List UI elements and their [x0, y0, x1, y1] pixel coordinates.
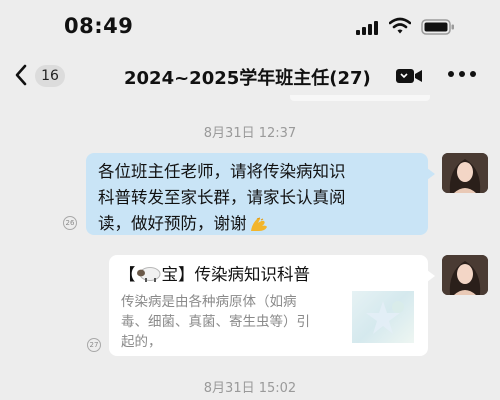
card-thumbnail	[352, 291, 414, 343]
sender-avatar[interactable]	[442, 153, 488, 193]
sender-avatar[interactable]	[442, 255, 488, 295]
thumbnail-image	[366, 301, 404, 334]
more-icon[interactable]	[447, 71, 477, 79]
previous-message-edge	[290, 95, 430, 101]
message-bubble[interactable]: 各位班主任老师，请将传染病知识 科普转发至家长群，请家长认真阅 读，做好预防，谢…	[86, 153, 435, 237]
message-text-line: 各位班主任老师，请将传染病知识	[98, 162, 346, 181]
article-share-card[interactable]: 【 宝】传染病知识科普 传染病是由各种病原体（如病 毒、细菌、真菌、寄生虫等）引…	[109, 255, 435, 356]
video-call-icon[interactable]	[394, 66, 424, 86]
back-icon[interactable]	[12, 62, 30, 88]
card-description: 传染病是由各种病原体（如病 毒、细菌、真菌、寄生虫等）引 起的，	[121, 292, 347, 352]
card-title-prefix: 【	[119, 265, 136, 284]
avatar-image	[442, 153, 488, 193]
sheep-icon	[136, 267, 160, 282]
card-desc-line: 毒、细菌、真菌、寄生虫等）引	[121, 314, 310, 330]
card-title: 【 宝】传染病知识科普	[119, 263, 428, 287]
unread-count-badge[interactable]: 16	[35, 65, 65, 87]
message-text-line: 读，做好预防，谢谢	[98, 214, 247, 233]
message-timestamp: 8月31日 15:02	[203, 381, 297, 396]
status-time: 08:49	[64, 14, 134, 38]
card-desc-line: 起的，	[121, 334, 162, 350]
read-count-indicator[interactable]: 26	[63, 216, 77, 230]
message-text-line-last: 读，做好预防，谢谢	[98, 211, 418, 237]
battery-icon	[421, 19, 454, 35]
chat-header: 16 2024~2025学年班主任(27)	[0, 52, 500, 98]
wifi-icon	[389, 17, 411, 34]
chat-title: 2024~2025学年班主任(27)	[124, 68, 371, 89]
card-title-text: 宝】传染病知识科普	[161, 265, 311, 284]
avatar-image	[442, 255, 488, 295]
clap-hands-icon	[250, 217, 267, 231]
cellular-signal-icon	[356, 21, 378, 35]
card-desc-line: 传染病是由各种病原体（如病	[121, 294, 297, 310]
status-bar: 08:49	[0, 0, 500, 52]
message-timestamp: 8月31日 12:37	[203, 126, 297, 141]
read-count-indicator[interactable]: 27	[87, 338, 101, 352]
message-text-line: 科普转发至家长群，请家长认真阅	[98, 188, 346, 207]
